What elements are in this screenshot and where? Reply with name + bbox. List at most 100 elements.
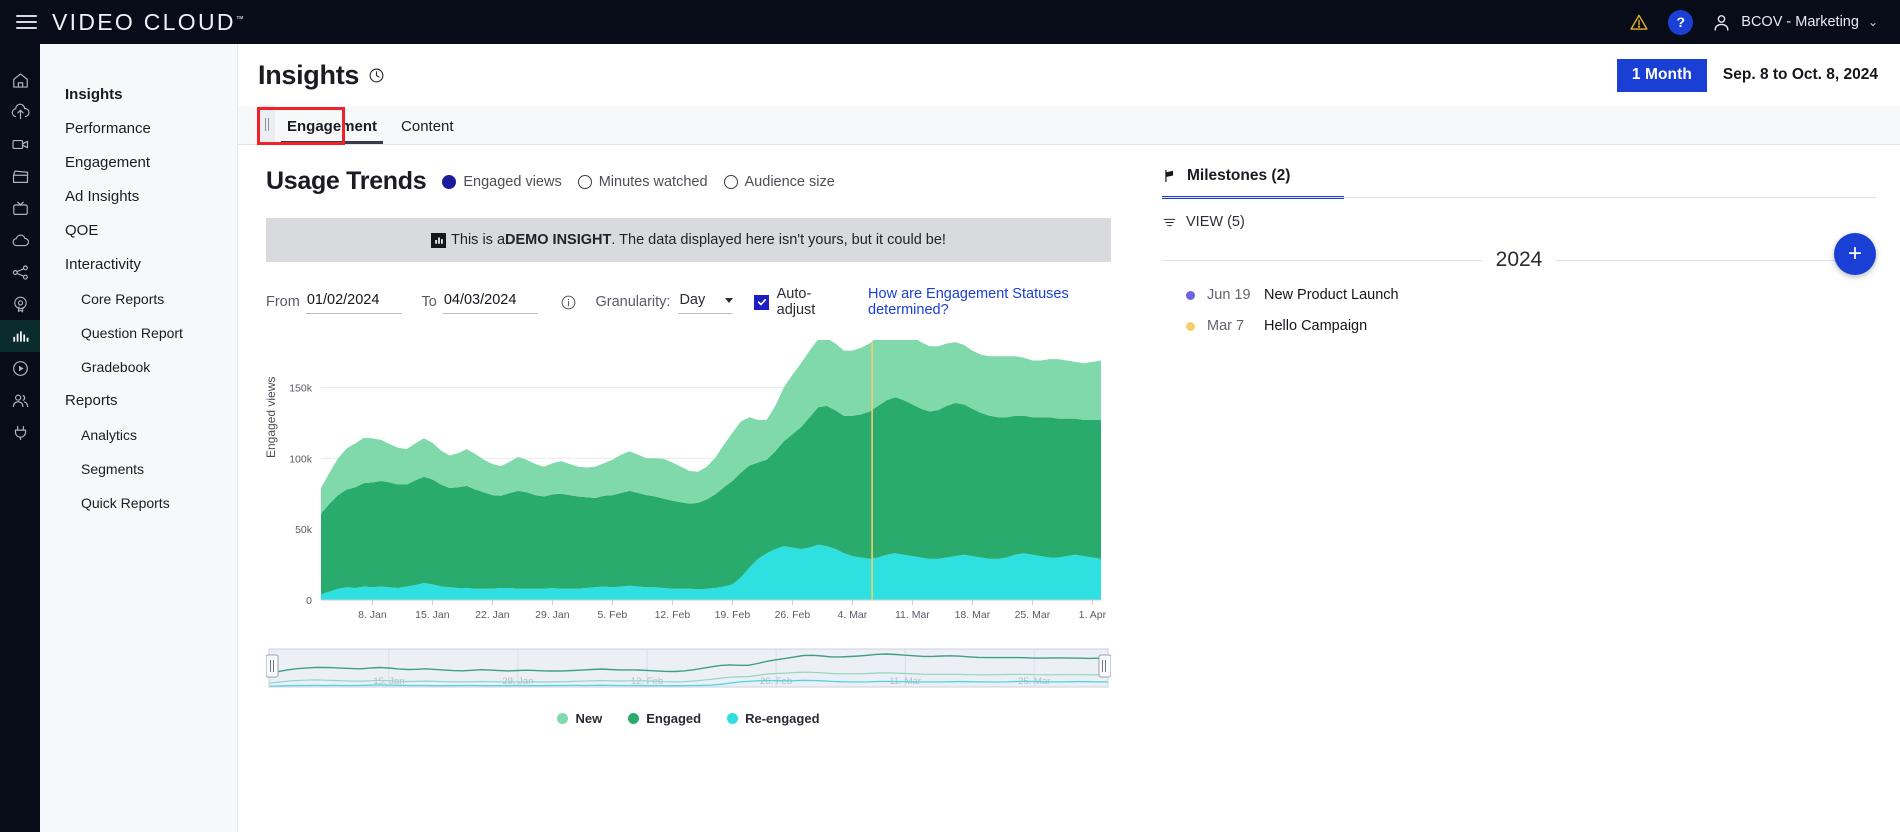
help-button[interactable]: ?: [1668, 10, 1693, 35]
milestone-item[interactable]: Mar 7 Hello Campaign: [1162, 318, 1876, 334]
hamburger-icon[interactable]: [0, 15, 52, 29]
sidebar-item-insights[interactable]: Insights: [40, 78, 237, 112]
svg-text:22. Jan: 22. Jan: [475, 609, 510, 621]
auto-adjust-checkbox[interactable]: [754, 295, 768, 310]
view-label: VIEW (5): [1186, 214, 1245, 230]
rail-item-upload[interactable]: [0, 96, 40, 128]
warning-triangle-icon[interactable]: [1628, 11, 1650, 33]
metric-label: Engaged views: [463, 174, 561, 190]
info-icon[interactable]: [560, 294, 577, 311]
chart-range-slider[interactable]: 15. Jan29. Jan12. Feb26. Feb11. Mar25. M…: [266, 645, 1111, 695]
content-split: Usage Trends Engaged views Minutes watch…: [238, 145, 1900, 832]
sidebar-item-qoe[interactable]: QOE: [40, 214, 237, 248]
tab-milestones[interactable]: Milestones (2): [1162, 167, 1344, 199]
rail-item-analytics[interactable]: [0, 320, 40, 352]
metric-label: Audience size: [745, 174, 835, 190]
add-milestone-button[interactable]: +: [1834, 233, 1876, 275]
divider-line: [1162, 260, 1482, 261]
from-date-input[interactable]: 01/02/2024: [306, 290, 402, 314]
tab-list: Engagement Content: [275, 110, 466, 144]
sidebar-item-gradebook[interactable]: Gradebook: [40, 350, 237, 384]
demo-insight-banner: This is a DEMO INSIGHT. The data display…: [266, 218, 1111, 262]
svg-text:25. Mar: 25. Mar: [1015, 609, 1051, 621]
sidebar-item-analytics[interactable]: Analytics: [40, 418, 237, 452]
legend-item-new[interactable]: New: [557, 711, 602, 726]
clock-icon[interactable]: [368, 67, 385, 84]
legend-label: Engaged: [646, 711, 701, 726]
app-root: VIDEO CLOUD™ ? BCOV - Marketing ⌄: [0, 0, 1900, 832]
milestones-tab-label: Milestones (2): [1187, 167, 1290, 185]
icon-rail: [0, 44, 40, 832]
rail-item-clapperboard[interactable]: [0, 160, 40, 192]
svg-text:11. Mar: 11. Mar: [895, 609, 930, 621]
svg-text:12. Feb: 12. Feb: [655, 609, 691, 621]
milestones-view-filter[interactable]: VIEW (5): [1162, 214, 1876, 230]
milestones-divider: [1162, 197, 1876, 198]
metric-label: Minutes watched: [599, 174, 708, 190]
legend-swatch: [727, 713, 738, 724]
svg-text:0: 0: [306, 595, 312, 607]
to-date-input[interactable]: 04/03/2024: [443, 290, 539, 314]
metric-option-engaged-views[interactable]: Engaged views: [442, 174, 561, 190]
svg-text:50k: 50k: [295, 524, 313, 536]
tab-content[interactable]: Content: [389, 110, 466, 144]
sidebar-item-quick-reports[interactable]: Quick Reports: [40, 486, 237, 520]
rail-item-player[interactable]: [0, 352, 40, 384]
milestone-color-dot: [1186, 291, 1195, 300]
sidebar-item-core-reports[interactable]: Core Reports: [40, 282, 237, 316]
sidebar-item-question-report[interactable]: Question Report: [40, 316, 237, 350]
brand-logo[interactable]: VIDEO CLOUD™: [52, 9, 252, 36]
svg-text:18. Mar: 18. Mar: [955, 609, 991, 621]
rail-item-tv[interactable]: [0, 192, 40, 224]
chevron-down-icon: ⌄: [1868, 15, 1878, 29]
to-label: To: [422, 294, 437, 310]
milestone-name: New Product Launch: [1264, 287, 1399, 303]
tab-engagement[interactable]: Engagement: [275, 110, 389, 144]
rail-item-media[interactable]: [0, 128, 40, 160]
top-bar: VIDEO CLOUD™ ? BCOV - Marketing ⌄: [0, 0, 1900, 44]
panel-grip-handle[interactable]: [258, 105, 275, 144]
sidebar-item-engagement[interactable]: Engagement: [40, 146, 237, 180]
rail-item-interactivity[interactable]: [0, 288, 40, 320]
stacked-area-chart[interactable]: 050k100k150k8. Jan15. Jan22. Jan29. Jan5…: [266, 340, 1111, 640]
sidebar-item-reports[interactable]: Reports: [40, 384, 237, 418]
metric-option-audience-size[interactable]: Audience size: [724, 174, 835, 190]
radio-dot-selected: [442, 175, 456, 189]
milestones-year: 2024: [1496, 248, 1543, 272]
sidebar-item-segments[interactable]: Segments: [40, 452, 237, 486]
milestone-item[interactable]: Jun 19 New Product Launch: [1162, 287, 1876, 303]
svg-text:29. Jan: 29. Jan: [535, 609, 570, 621]
rail-item-audience[interactable]: [0, 384, 40, 416]
legend-item-engaged[interactable]: Engaged: [628, 711, 701, 726]
legend-item-re-engaged[interactable]: Re-engaged: [727, 711, 819, 726]
svg-text:8. Jan: 8. Jan: [358, 609, 387, 621]
granularity-select[interactable]: Day: [678, 290, 732, 314]
sidebar-item-interactivity[interactable]: Interactivity: [40, 248, 237, 282]
rail-item-cloud[interactable]: [0, 224, 40, 256]
rail-item-integrations[interactable]: [0, 416, 40, 448]
page-header-actions: 1 Month Sep. 8 to Oct. 8, 2024: [1617, 59, 1878, 92]
banner-strong: DEMO INSIGHT: [505, 232, 611, 248]
sidebar-item-ad-insights[interactable]: Ad Insights: [40, 180, 237, 214]
account-menu[interactable]: BCOV - Marketing ⌄: [1711, 12, 1878, 33]
trademark-mark: ™: [236, 14, 244, 23]
chevron-down-icon: [725, 298, 733, 303]
engagement-statuses-link[interactable]: How are Engagement Statuses determined?: [868, 286, 1138, 318]
chart-legend: New Engaged Re-engaged: [266, 711, 1111, 726]
usage-trends-panel: Usage Trends Engaged views Minutes watch…: [238, 145, 1138, 832]
radio-dot: [724, 175, 738, 189]
rail-item-share[interactable]: [0, 256, 40, 288]
radio-dot: [578, 175, 592, 189]
tab-bar: Engagement Content: [238, 106, 1900, 145]
svg-text:5. Feb: 5. Feb: [598, 609, 628, 621]
bar-chart-icon: [431, 233, 446, 248]
metric-option-minutes-watched[interactable]: Minutes watched: [578, 174, 708, 190]
sidebar-item-performance[interactable]: Performance: [40, 112, 237, 146]
milestones-year-divider: 2024: [1162, 248, 1876, 272]
date-range-preset-button[interactable]: 1 Month: [1617, 59, 1707, 92]
svg-text:19. Feb: 19. Feb: [715, 609, 751, 621]
svg-text:150k: 150k: [289, 382, 313, 394]
rail-item-home[interactable]: [0, 64, 40, 96]
top-bar-actions: ? BCOV - Marketing ⌄: [1628, 10, 1900, 35]
svg-text:4. Mar: 4. Mar: [838, 609, 868, 621]
